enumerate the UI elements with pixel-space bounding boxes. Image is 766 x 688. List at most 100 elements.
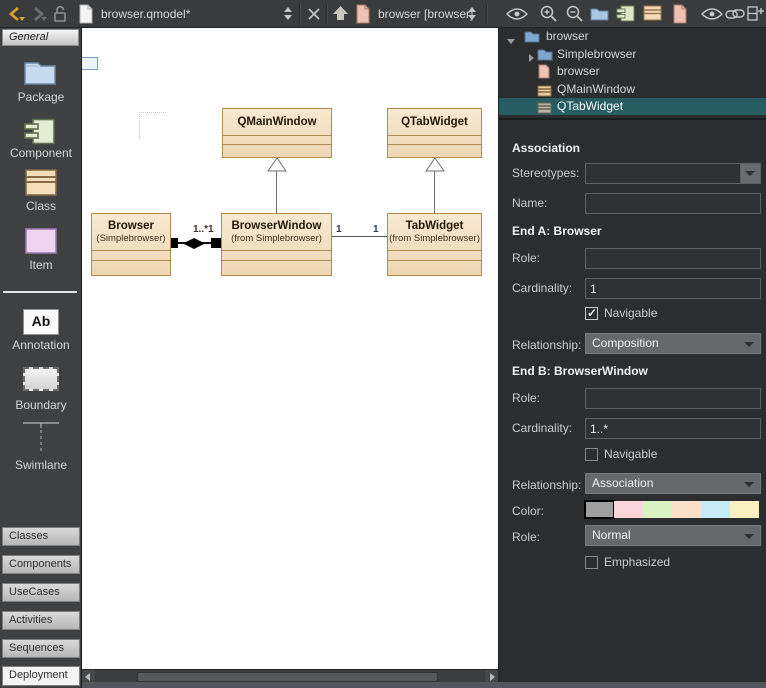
- generalization-arrow-icon: [267, 157, 287, 177]
- class-name: Browser: [108, 220, 154, 232]
- color-swatch-green[interactable]: [643, 501, 672, 518]
- color-swatch-gray[interactable]: [585, 501, 614, 518]
- class-icon[interactable]: [25, 169, 57, 201]
- name-input[interactable]: [585, 193, 761, 214]
- composition-diamond-icon: [182, 237, 206, 255]
- class-name: BrowserWindow: [232, 220, 322, 232]
- palette-tab-activities[interactable]: Activities: [2, 611, 80, 630]
- stereotypes-combobox[interactable]: [585, 163, 761, 184]
- updown-arrows-icon[interactable]: [467, 7, 477, 26]
- lock-icon[interactable]: [53, 5, 68, 28]
- association-line[interactable]: [332, 236, 387, 237]
- diagram-selector[interactable]: browser [browser]: [378, 7, 473, 21]
- toolbar-separator: [299, 3, 300, 25]
- color-swatch-blue[interactable]: [701, 501, 730, 518]
- boundary-icon[interactable]: [23, 367, 59, 391]
- palette-tool-swimlane[interactable]: Swimlane: [0, 458, 82, 472]
- palette-tab-usecases[interactable]: UseCases: [2, 583, 80, 602]
- swimlane-icon[interactable]: [22, 421, 60, 458]
- up-level-icon[interactable]: [332, 5, 350, 28]
- add-component-icon[interactable]: [616, 5, 635, 27]
- stereotypes-dropdown-button[interactable]: [740, 164, 760, 183]
- link-icon[interactable]: [725, 8, 745, 26]
- end-b-relationship-value: Association: [592, 476, 653, 490]
- class-box-browser[interactable]: Browser (Simplebrowser): [91, 213, 171, 276]
- palette-tool-boundary[interactable]: Boundary: [0, 398, 82, 412]
- end-b-navigable-label[interactable]: Navigable: [604, 447, 657, 461]
- tree-item-label: browser: [546, 28, 589, 45]
- class-box-browserwindow[interactable]: BrowserWindow (from Simplebrowser): [221, 213, 332, 276]
- add-package-icon[interactable]: [590, 6, 609, 26]
- palette-tab-components[interactable]: Components: [2, 555, 80, 574]
- emphasized-label[interactable]: Emphasized: [604, 555, 670, 569]
- add-class-icon[interactable]: [643, 5, 662, 26]
- frame-marker: [139, 112, 140, 139]
- tree-item-browser-diagram[interactable]: browser: [499, 63, 766, 80]
- updown-arrows-icon[interactable]: [283, 7, 293, 26]
- generalization-line[interactable]: [434, 171, 435, 213]
- item-icon[interactable]: [25, 228, 57, 259]
- color-swatch-yellow[interactable]: [730, 501, 759, 518]
- class-box-qmainwindow[interactable]: QMainWindow: [222, 108, 332, 158]
- forward-icon[interactable]: [28, 4, 48, 29]
- palette-tool-annotation[interactable]: Annotation: [0, 338, 82, 352]
- visibility-icon[interactable]: [506, 7, 528, 26]
- end-a-navigable-label[interactable]: Navigable: [604, 306, 657, 320]
- association-cardinality-a: 1: [336, 224, 342, 235]
- diagram-file-icon: [355, 4, 371, 29]
- tree-item-qmainwindow[interactable]: QMainWindow: [499, 81, 766, 98]
- palette-tool-item[interactable]: Item: [0, 258, 82, 272]
- zoom-out-icon[interactable]: [565, 4, 584, 28]
- color-swatch-peach[interactable]: [672, 501, 701, 518]
- selection-handle[interactable]: [211, 238, 221, 248]
- generalization-line[interactable]: [276, 171, 277, 213]
- class-name: QMainWindow: [237, 116, 316, 128]
- end-a-navigable-checkbox[interactable]: [585, 307, 598, 320]
- emphasized-checkbox[interactable]: [585, 556, 598, 569]
- partial-package-element[interactable]: [82, 57, 98, 70]
- tree-item-browser-root[interactable]: browser: [499, 28, 766, 45]
- end-b-relationship-combobox[interactable]: Association: [585, 473, 761, 494]
- class-box-qtabwidget[interactable]: QTabWidget: [387, 108, 482, 158]
- panel-splitter[interactable]: [499, 118, 766, 120]
- end-a-cardinality-input[interactable]: [585, 278, 761, 299]
- frame-marker: [139, 112, 166, 113]
- palette-tab-sequences[interactable]: Sequences: [2, 639, 80, 658]
- palette-section-general[interactable]: General: [2, 29, 79, 46]
- color-swatch-pink[interactable]: [614, 501, 643, 518]
- class-icon: [537, 101, 552, 119]
- zoom-in-icon[interactable]: [539, 4, 558, 28]
- palette-tool-component[interactable]: Component: [0, 146, 82, 160]
- role-style-combobox[interactable]: Normal: [585, 525, 761, 546]
- back-icon[interactable]: [6, 4, 26, 29]
- tree-item-simplebrowser[interactable]: Simplebrowser: [499, 46, 766, 63]
- end-b-role-input[interactable]: [585, 388, 761, 409]
- class-box-tabwidget[interactable]: TabWidget (from Simplebrowser): [387, 213, 482, 276]
- scrollbar-thumb[interactable]: [137, 672, 438, 682]
- tree-item-qtabwidget[interactable]: QTabWidget: [499, 98, 766, 115]
- package-icon[interactable]: [23, 58, 57, 91]
- palette-tab-classes[interactable]: Classes: [2, 527, 80, 546]
- annotation-icon[interactable]: Ab: [23, 309, 59, 335]
- end-a-relationship-combobox[interactable]: Composition: [585, 333, 761, 354]
- end-b-navigable-checkbox[interactable]: [585, 448, 598, 461]
- end-b-cardinality-input[interactable]: [585, 418, 761, 439]
- add-item-icon[interactable]: [672, 4, 688, 29]
- composition-cardinality-label: 1..*1: [193, 224, 214, 235]
- palette-tool-class[interactable]: Class: [0, 199, 82, 213]
- add-view-icon[interactable]: [747, 6, 765, 27]
- close-icon[interactable]: [306, 6, 322, 27]
- palette-tool-package[interactable]: Package: [0, 90, 82, 104]
- document-selector[interactable]: browser.qmodel*: [101, 7, 190, 21]
- end-a-relationship-label: Relationship:: [512, 338, 581, 352]
- chevron-down-icon: [744, 342, 754, 347]
- tree-item-label: QTabWidget: [557, 98, 623, 115]
- palette-divider: [3, 291, 77, 293]
- diagram-canvas[interactable]: 1..*1 1 1 QMainWindow QTabWidget Browser…: [82, 28, 498, 669]
- visibility-icon[interactable]: [701, 7, 723, 26]
- end-a-role-input[interactable]: [585, 248, 761, 269]
- generalization-arrow-icon: [425, 157, 445, 177]
- horizontal-scrollbar[interactable]: [82, 669, 498, 683]
- palette-tab-deployment[interactable]: Deployment: [2, 666, 80, 686]
- model-editor-window: browser.qmodel* browser [browser]: [0, 0, 766, 688]
